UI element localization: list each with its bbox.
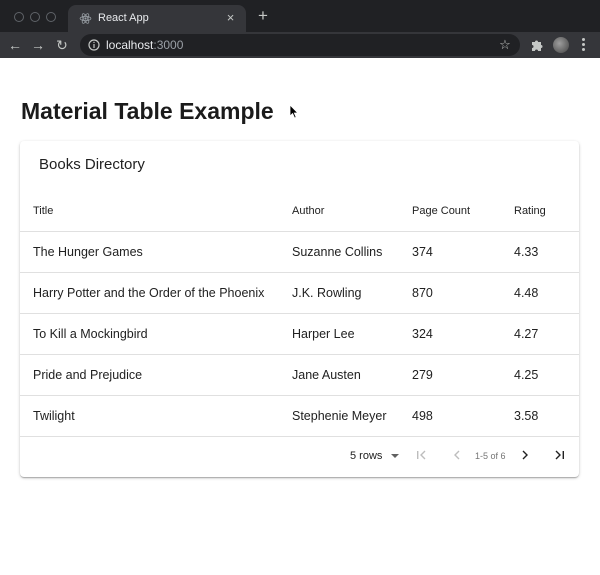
cell-rating: 4.27 <box>514 327 539 341</box>
cell-author: Harper Lee <box>292 327 355 341</box>
browser-tab[interactable]: React App × <box>68 5 246 32</box>
address-bar[interactable]: localhost:3000 ☆ <box>80 34 520 56</box>
pagination-bar: 5 rows 1-5 of 6 <box>20 437 579 477</box>
mouse-pointer-icon <box>289 104 299 119</box>
cell-page-count: 498 <box>412 409 433 423</box>
url-port: :3000 <box>153 38 184 52</box>
cell-page-count: 374 <box>412 245 433 259</box>
column-header-author[interactable]: Author <box>292 203 324 219</box>
cell-title: Harry Potter and the Order of the Phoeni… <box>33 286 265 300</box>
window-zoom-button[interactable] <box>46 12 56 22</box>
next-page-icon[interactable] <box>518 448 532 462</box>
profile-avatar[interactable] <box>553 37 569 53</box>
column-header-title[interactable]: Title <box>33 203 53 219</box>
cell-rating: 3.58 <box>514 409 539 423</box>
page-title: Material Table Example <box>21 98 274 124</box>
puzzle-icon[interactable] <box>530 38 544 52</box>
back-button[interactable]: ← <box>7 37 23 53</box>
table-header-row: Title Author Page Count Rating <box>20 190 579 232</box>
cell-page-count: 279 <box>412 368 433 382</box>
browser-toolbar: ← → ↻ localhost:3000 ☆ <box>0 32 600 58</box>
forward-button[interactable]: → <box>30 37 46 53</box>
cell-author: Suzanne Collins <box>292 245 383 259</box>
table-row[interactable]: To Kill a Mockingbird Harper Lee 324 4.2… <box>20 314 579 355</box>
url-text[interactable]: localhost:3000 <box>106 39 183 51</box>
cell-rating: 4.48 <box>514 286 539 300</box>
cell-page-count: 870 <box>412 286 433 300</box>
tab-strip: React App × + <box>0 0 600 32</box>
table-row[interactable]: The Hunger Games Suzanne Collins 374 4.3… <box>20 232 579 273</box>
cell-rating: 4.25 <box>514 368 539 382</box>
url-host: localhost <box>106 38 154 52</box>
cell-author: J.K. Rowling <box>292 286 362 300</box>
cell-author: Stephenie Meyer <box>292 409 387 423</box>
cell-title: The Hunger Games <box>33 245 143 259</box>
caret-down-icon[interactable] <box>390 451 400 461</box>
table-row[interactable]: Pride and Prejudice Jane Austen 279 4.25 <box>20 355 579 396</box>
books-table-card: Books Directory Title Author Page Count … <box>20 141 579 477</box>
first-page-icon[interactable] <box>414 448 428 462</box>
bookmark-star-icon[interactable]: ☆ <box>498 38 512 52</box>
reload-button[interactable]: ↻ <box>54 37 70 53</box>
cell-title: To Kill a Mockingbird <box>33 327 148 341</box>
column-header-rating[interactable]: Rating <box>514 203 546 219</box>
page-range-text: 1-5 of 6 <box>475 451 506 461</box>
table-row[interactable]: Twilight Stephenie Meyer 498 3.58 <box>20 396 579 437</box>
column-header-page-count[interactable]: Page Count <box>412 203 470 219</box>
window-minimize-button[interactable] <box>30 12 40 22</box>
cell-title: Pride and Prejudice <box>33 368 143 382</box>
react-logo-icon <box>79 13 92 24</box>
cell-rating: 4.33 <box>514 245 539 259</box>
cell-page-count: 324 <box>412 327 433 341</box>
new-tab-button[interactable]: + <box>256 7 270 24</box>
last-page-icon[interactable] <box>553 448 567 462</box>
cell-author: Jane Austen <box>292 368 361 382</box>
browser-menu-icon[interactable] <box>580 38 586 52</box>
previous-page-icon[interactable] <box>450 448 464 462</box>
tab-title: React App <box>98 12 149 24</box>
table-title: Books Directory <box>39 156 145 173</box>
info-icon[interactable] <box>88 39 100 51</box>
cell-title: Twilight <box>33 409 75 423</box>
rows-per-page-select[interactable]: 5 rows <box>350 449 382 463</box>
browser-chrome: React App × + ← → ↻ localhost:3000 ☆ <box>0 0 600 58</box>
window-close-button[interactable] <box>14 12 24 22</box>
tab-close-icon[interactable]: × <box>223 10 238 25</box>
table-row[interactable]: Harry Potter and the Order of the Phoeni… <box>20 273 579 314</box>
